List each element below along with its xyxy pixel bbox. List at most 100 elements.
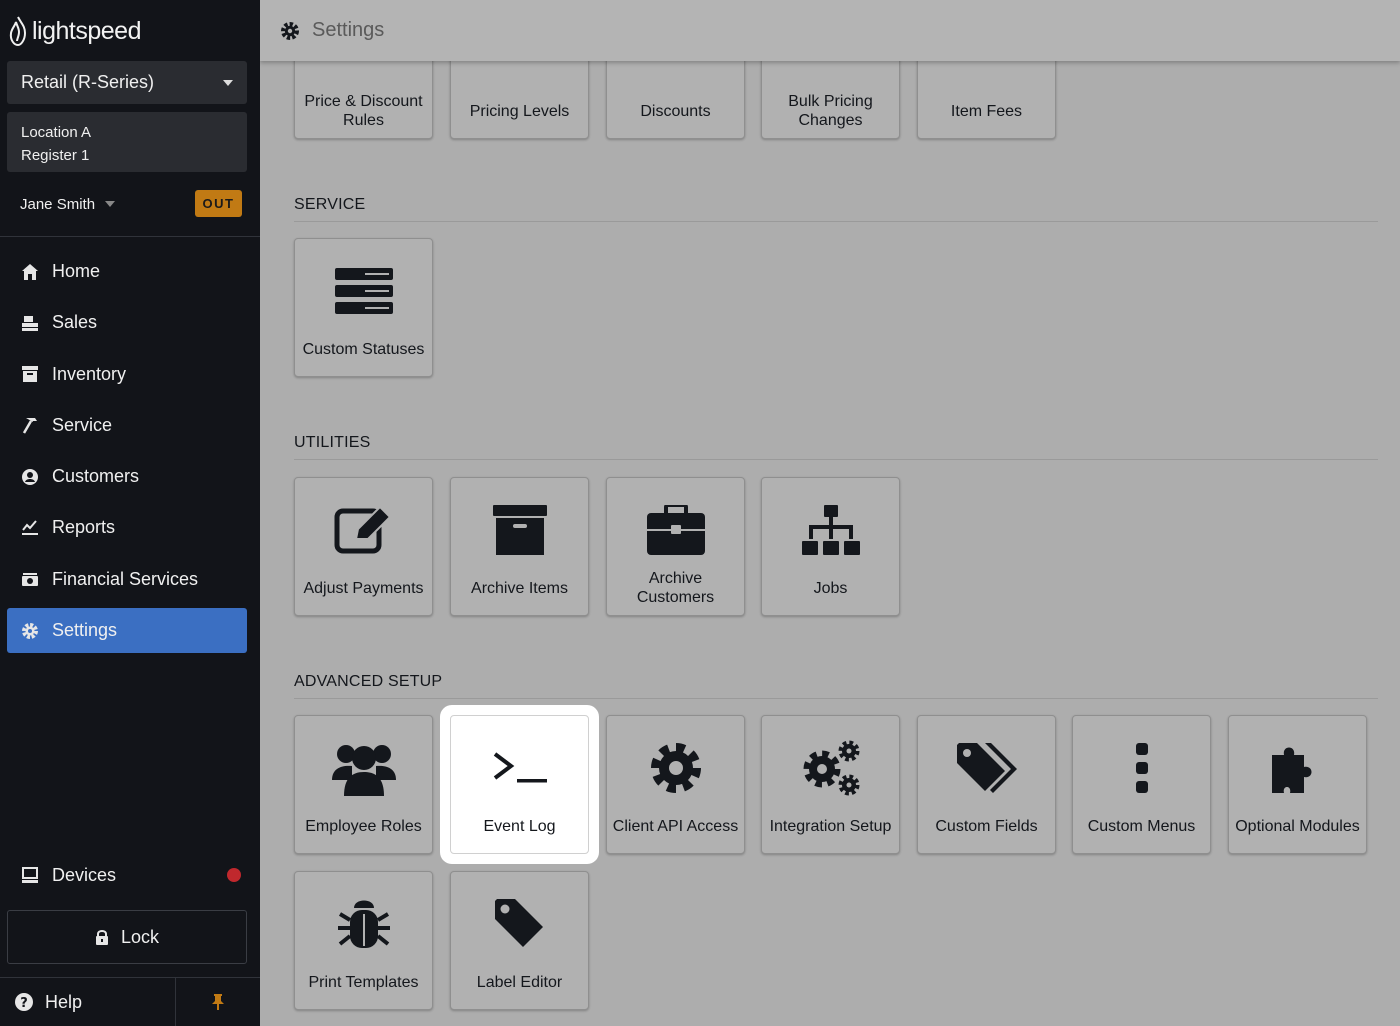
brand-name: lightspeed xyxy=(32,16,141,45)
nav-item-devices[interactable]: Devices xyxy=(7,853,247,898)
tile-label: Archive Customers xyxy=(636,570,715,606)
tile-label: Custom Statuses xyxy=(302,340,425,358)
tile-label: Event Log xyxy=(483,817,556,835)
user-menu[interactable]: Jane Smith OUT xyxy=(20,190,242,218)
tile-label-editor[interactable]: Label Editor xyxy=(450,871,589,1010)
edit-icon xyxy=(295,498,432,562)
tile-custom-statuses[interactable]: Custom Statuses xyxy=(294,238,433,377)
server-list-icon xyxy=(295,259,432,323)
tile-integration-setup[interactable]: Integration Setup xyxy=(761,715,900,854)
nav-label: Sales xyxy=(52,312,98,333)
question-circle-icon: ? xyxy=(15,993,33,1011)
tile-label: Integration Setup xyxy=(769,817,892,835)
pin-icon xyxy=(212,994,224,1010)
tile-label: Price & Discount Rules xyxy=(304,93,423,129)
gear-icon xyxy=(20,621,40,641)
tile-label: Custom Fields xyxy=(935,817,1038,835)
nav-label: Home xyxy=(52,261,101,281)
tile-label: Archive Items xyxy=(471,579,568,597)
section-title-advanced-setup: ADVANCED SETUP xyxy=(294,673,443,690)
home-icon xyxy=(20,262,40,282)
divider xyxy=(294,459,1378,460)
nav-item-inventory[interactable]: Inventory xyxy=(7,352,247,397)
tile-label: Employee Roles xyxy=(305,817,422,835)
chart-icon xyxy=(20,518,40,538)
chevron-down-icon xyxy=(105,201,116,207)
help-label: Help xyxy=(45,991,83,1012)
cog-icon xyxy=(607,736,744,800)
tile-custom-menus[interactable]: Custom Menus xyxy=(1072,715,1211,854)
tile-label: Item Fees xyxy=(950,102,1023,120)
tile-event-log[interactable]: Event Log xyxy=(450,715,589,854)
puzzle-piece-icon xyxy=(1229,736,1366,800)
tile-label: Bulk Pricing Changes xyxy=(788,93,873,129)
archive-box-icon xyxy=(451,498,588,562)
tile-archive-items[interactable]: Archive Items xyxy=(450,477,589,616)
svg-text:?: ? xyxy=(20,996,28,1011)
main-content: Settings Price & Discount Rules Pricing … xyxy=(260,0,1400,1026)
users-icon xyxy=(295,736,432,800)
divider xyxy=(0,236,260,237)
devices-label: Devices xyxy=(52,865,117,885)
gear-icon xyxy=(281,21,299,40)
tag-icon xyxy=(451,892,588,956)
nav-item-settings[interactable]: Settings xyxy=(7,608,247,654)
nav-item-service[interactable]: Service xyxy=(7,403,247,448)
sales-icon xyxy=(20,313,40,333)
tile-label: Client API Access xyxy=(612,817,739,835)
lock-button[interactable]: Lock xyxy=(7,910,247,964)
chevron-down-icon xyxy=(223,79,233,86)
tile-label: Adjust Payments xyxy=(303,579,424,597)
register-name: Register 1 xyxy=(21,147,90,164)
user-name: Jane Smith xyxy=(20,195,96,213)
pin-sidebar-button[interactable] xyxy=(176,978,260,1026)
store-selector[interactable]: Retail (R-Series) xyxy=(7,61,247,104)
lock-icon xyxy=(95,929,108,945)
nav-item-customers[interactable]: Customers xyxy=(7,454,247,499)
location-register-box[interactable]: Location A Register 1 xyxy=(7,112,247,172)
tile-adjust-payments[interactable]: Adjust Payments xyxy=(294,477,433,616)
tile-jobs[interactable]: Jobs xyxy=(761,477,900,616)
terminal-icon xyxy=(451,736,588,800)
hammer-icon xyxy=(20,415,40,435)
lightspeed-logo[interactable]: lightspeed xyxy=(8,14,141,48)
sitemap-icon xyxy=(762,498,899,562)
help-button[interactable]: ? Help xyxy=(0,978,176,1026)
nav-item-reports[interactable]: Reports xyxy=(7,505,247,550)
nav-label: Settings xyxy=(52,620,118,641)
divider xyxy=(294,221,1378,222)
tile-label: Print Templates xyxy=(308,973,419,991)
tile-label: Pricing Levels xyxy=(469,102,570,120)
clock-status-badge[interactable]: OUT xyxy=(195,190,242,217)
user-circle-icon xyxy=(20,467,40,487)
vertical-dots-icon xyxy=(1073,736,1210,800)
alert-dot xyxy=(227,868,241,882)
nav-label: Customers xyxy=(52,466,140,487)
nav-item-financial-services[interactable]: Financial Services xyxy=(7,557,247,602)
cogs-icon xyxy=(762,736,899,800)
lock-label: Lock xyxy=(120,926,160,947)
location-name: Location A xyxy=(21,124,92,141)
sidebar: lightspeed Retail (R-Series) Location A … xyxy=(0,0,260,1026)
money-icon xyxy=(20,569,40,589)
main-nav: Home Sales Inventory Service Customers R… xyxy=(7,249,247,659)
tile-label: Jobs xyxy=(813,579,848,597)
nav-item-home[interactable]: Home xyxy=(7,249,247,294)
tile-label: Custom Menus xyxy=(1087,817,1196,835)
section-title-utilities: UTILITIES xyxy=(294,434,371,451)
tile-archive-customers[interactable]: Archive Customers xyxy=(606,477,745,616)
nav-label: Financial Services xyxy=(52,568,199,589)
inventory-icon xyxy=(20,364,40,384)
store-selector-label: Retail (R-Series) xyxy=(21,72,155,92)
tile-client-api-access[interactable]: Client API Access xyxy=(606,715,745,854)
tile-employee-roles[interactable]: Employee Roles xyxy=(294,715,433,854)
tile-label: Optional Modules xyxy=(1235,817,1360,835)
tags-icon xyxy=(918,736,1055,800)
nav-item-sales[interactable]: Sales xyxy=(7,300,247,345)
tile-custom-fields[interactable]: Custom Fields xyxy=(917,715,1056,854)
tile-print-templates[interactable]: Print Templates xyxy=(294,871,433,1010)
page-title: Settings xyxy=(312,19,385,41)
tile-label: Label Editor xyxy=(476,973,563,991)
nav-label: Reports xyxy=(52,517,116,538)
tile-optional-modules[interactable]: Optional Modules xyxy=(1228,715,1367,854)
